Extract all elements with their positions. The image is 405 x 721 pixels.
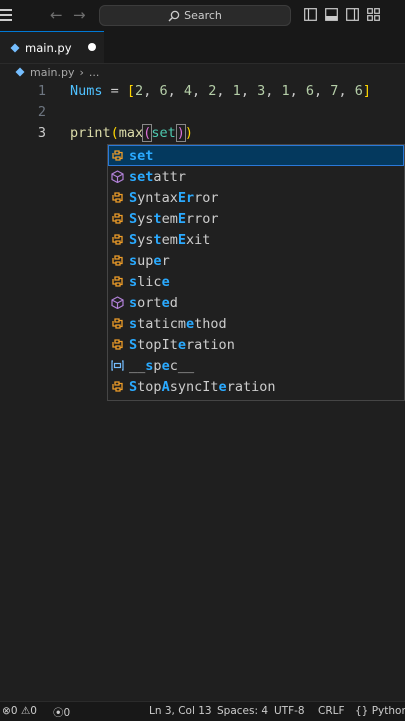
- toggle-primary-sidebar-icon[interactable]: [304, 8, 317, 21]
- problems-indicator[interactable]: ⊗0 ⚠0: [2, 705, 37, 717]
- suggestion-label: staticmethod: [129, 315, 227, 332]
- encoding[interactable]: UTF-8: [274, 705, 305, 717]
- suggestion-widget[interactable]: set setattr SyntaxError SystemError SystemEx…: [107, 144, 405, 401]
- indentation[interactable]: Spaces: 4: [217, 705, 268, 717]
- ports-count: 0: [63, 707, 71, 719]
- suggestion-label: super: [129, 252, 170, 269]
- class-icon: [112, 255, 123, 266]
- method-cube-icon: [111, 170, 124, 183]
- suggestion-label: sorted: [129, 294, 178, 311]
- title-bar: ← → Search: [0, 0, 405, 31]
- tab-main-py[interactable]: main.py: [0, 31, 104, 63]
- chevron-right-icon: ›: [79, 65, 84, 79]
- braces-icon: {}: [355, 705, 369, 717]
- suggestion-item[interactable]: slice: [108, 271, 404, 292]
- code-line: 2: [0, 102, 405, 123]
- line-number: 1: [37, 83, 46, 99]
- search-icon: [168, 10, 180, 21]
- code-text: Nums = [2, 6, 4, 2, 1, 3, 1, 6, 7, 6]: [70, 83, 371, 99]
- python-file-icon: [10, 43, 20, 52]
- suggestion-label: SystemError: [129, 210, 219, 227]
- line-number: 2: [37, 104, 46, 120]
- method-cube-icon: [111, 296, 124, 309]
- language-label: Python: [371, 705, 405, 717]
- breadcrumb: main.py › ...: [15, 64, 99, 80]
- suggestion-label: SystemExit: [129, 231, 211, 248]
- line-ending[interactable]: CRLF: [318, 705, 345, 717]
- suggestion-label: setattr: [129, 168, 186, 185]
- status-bar: ⊗0 ⚠0 ⦿0 Ln 3, Col 13 Spaces: 4 UTF-8 CR…: [0, 701, 405, 721]
- toggle-secondary-sidebar-icon[interactable]: [346, 8, 359, 21]
- ports-indicator[interactable]: ⦿0: [53, 705, 70, 720]
- line-number: 3: [37, 125, 46, 141]
- suggestion-label: StopIteration: [129, 336, 235, 353]
- class-icon: [112, 192, 123, 203]
- suggestion-item[interactable]: setattr: [108, 166, 404, 187]
- suggestion-item[interactable]: StopAsyncIteration: [108, 376, 404, 397]
- suggestion-item[interactable]: SyntaxError: [108, 187, 404, 208]
- broadcast-icon: ⦿: [53, 707, 64, 719]
- command-center-search[interactable]: Search: [99, 5, 291, 26]
- breadcrumb-file[interactable]: main.py: [30, 66, 74, 79]
- error-count: 0: [10, 705, 18, 717]
- search-label: Search: [184, 9, 222, 22]
- suggestion-label: slice: [129, 273, 170, 290]
- error-icon: ⊗: [2, 705, 11, 717]
- back-arrow-icon[interactable]: ←: [50, 6, 63, 24]
- variable-icon: [111, 360, 124, 371]
- suggestion-label: set: [129, 147, 154, 164]
- suggestion-item[interactable]: super: [108, 250, 404, 271]
- python-file-icon: [15, 67, 25, 77]
- tab-label: main.py: [25, 40, 72, 55]
- class-icon: [112, 234, 123, 245]
- class-icon: [112, 318, 123, 329]
- suggestion-label: StopAsyncIteration: [129, 378, 276, 395]
- class-icon: [112, 339, 123, 350]
- class-icon: [112, 381, 123, 392]
- code-text: print(max(set)): [70, 124, 193, 142]
- suggestion-item[interactable]: __spec__: [108, 355, 404, 376]
- warning-count: 0: [30, 705, 37, 717]
- class-icon: [112, 276, 123, 287]
- suggestion-item[interactable]: sorted: [108, 292, 404, 313]
- suggestion-item[interactable]: SystemError: [108, 208, 404, 229]
- suggestion-label: SyntaxError: [129, 189, 219, 206]
- hamburger-menu-icon[interactable]: [0, 9, 12, 21]
- warning-icon: ⚠: [20, 705, 31, 717]
- suggestion-label: __spec__: [129, 357, 195, 374]
- suggestion-item[interactable]: set: [108, 145, 404, 166]
- tab-bar: main.py: [0, 31, 405, 64]
- toggle-panel-icon[interactable]: [325, 8, 338, 21]
- suggestion-item[interactable]: StopIteration: [108, 334, 404, 355]
- forward-arrow-icon[interactable]: →: [73, 6, 86, 24]
- breadcrumb-more[interactable]: ...: [89, 66, 100, 79]
- code-line-active: 3 print(max(set)): [0, 123, 405, 144]
- code-line: 1 Nums = [2, 6, 4, 2, 1, 3, 1, 6, 7, 6]: [0, 81, 405, 102]
- class-icon: [112, 213, 123, 224]
- suggestion-item[interactable]: SystemExit: [108, 229, 404, 250]
- language-mode[interactable]: {} Python: [355, 705, 405, 717]
- unsaved-dot-icon[interactable]: [88, 43, 96, 51]
- customize-layout-icon[interactable]: [367, 8, 380, 21]
- class-icon: [112, 150, 123, 161]
- cursor-position[interactable]: Ln 3, Col 13: [149, 705, 212, 717]
- suggestion-item[interactable]: staticmethod: [108, 313, 404, 334]
